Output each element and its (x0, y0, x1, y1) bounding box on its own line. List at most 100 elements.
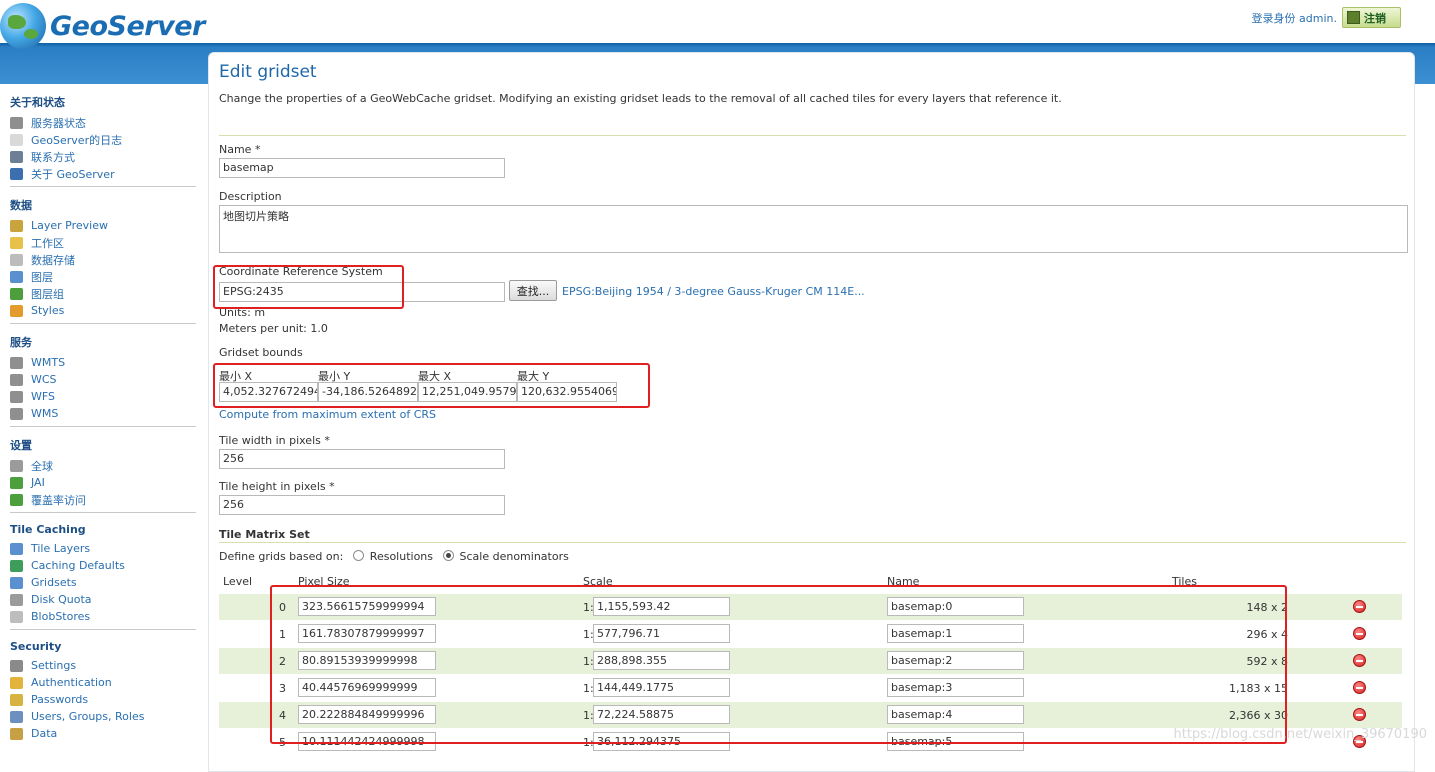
grid-name-input[interactable]: basemap:2 (887, 651, 1024, 670)
sidebar-item-label: Disk Quota (31, 593, 92, 606)
grid-name-input[interactable]: basemap:4 (887, 705, 1024, 724)
sidebar-item-label: Users, Groups, Roles (31, 710, 145, 723)
sidebar-item[interactable]: Users, Groups, Roles (10, 708, 196, 725)
min-x-input[interactable]: 4,052.3276724940 (219, 382, 318, 402)
sidebar-item-label: WMTS (31, 356, 66, 369)
sidebar-item[interactable]: 服务器状态 (10, 114, 196, 131)
tile-width-input[interactable]: 256 (219, 449, 505, 469)
pixel-size-input[interactable]: 80.89153939999998 (298, 651, 436, 670)
sidebar-item-label: 服务器状态 (31, 116, 86, 130)
scale-input[interactable]: 72,224.58875 (593, 705, 730, 724)
sidebar-item-label: Authentication (31, 676, 112, 689)
sidebar-item[interactable]: Data (10, 725, 196, 742)
sidebar-item[interactable]: GeoServer的日志 (10, 131, 196, 148)
sidebar-item[interactable]: 覆盖率访问 (10, 491, 196, 508)
compute-bounds-link[interactable]: Compute from maximum extent of CRS (219, 408, 436, 421)
sidebar-item[interactable]: 关于 GeoServer (10, 165, 196, 182)
sidebar-item[interactable]: Authentication (10, 674, 196, 691)
logout-button[interactable]: 注销 (1342, 7, 1401, 28)
login-status: 登录身份 admin. (1251, 12, 1337, 25)
max-x-input[interactable]: 12,251,049.9579 (418, 382, 517, 402)
contact-icon (10, 150, 23, 163)
grid-name-input[interactable]: basemap:1 (887, 624, 1024, 643)
settings-icon (10, 659, 23, 672)
sidebar-item[interactable]: Styles (10, 302, 196, 319)
resolutions-radio[interactable] (352, 550, 364, 561)
geoserver-logo[interactable]: GeoServer (0, 3, 205, 49)
remove-level-icon[interactable] (1353, 681, 1366, 694)
description-field[interactable]: 地图切片策略 (219, 205, 1408, 253)
sidebar-item[interactable]: WFS (10, 388, 196, 405)
pixel-size-input[interactable]: 10.111442424999998 (298, 732, 436, 751)
logout-icon (1347, 11, 1360, 24)
passwords-icon (10, 693, 23, 706)
sidebar-item-label: BlobStores (31, 610, 91, 623)
sidebar-item[interactable]: WMS (10, 405, 196, 422)
scale-input[interactable]: 577,796.71 (593, 624, 730, 643)
sidebar-item[interactable]: BlobStores (10, 608, 196, 625)
sidebar-item[interactable]: 图层 (10, 268, 196, 285)
sidebar-item-label: 覆盖率访问 (31, 493, 86, 507)
sidebar-item[interactable]: Disk Quota (10, 591, 196, 608)
crs-label: Coordinate Reference System (219, 265, 383, 278)
pixel-size-input[interactable]: 40.44576969999999 (298, 678, 436, 697)
pixel-size-input[interactable]: 161.78307879999997 (298, 624, 436, 643)
sidebar-item[interactable]: 工作区 (10, 234, 196, 251)
remove-level-icon[interactable] (1353, 600, 1366, 613)
sidebar-item[interactable]: WCS (10, 371, 196, 388)
pixel-size-input[interactable]: 323.56615759999994 (298, 597, 436, 616)
crs-description-link[interactable]: EPSG:Beijing 1954 / 3-degree Gauss-Kruge… (562, 285, 865, 298)
nav-section: Security Settings Authentication Passwords U… (10, 640, 196, 746)
sidebar-item[interactable]: 图层组 (10, 285, 196, 302)
scale-input[interactable]: 288,898.355 (593, 651, 730, 670)
find-crs-button[interactable]: 查找... (509, 280, 557, 301)
nav-section-title: 设置 (10, 439, 32, 452)
remove-level-icon[interactable] (1353, 708, 1366, 721)
sidebar-item[interactable]: Settings (10, 657, 196, 674)
page-title: Edit gridset (219, 62, 317, 82)
sidebar-item[interactable]: Caching Defaults (10, 557, 196, 574)
min-y-input[interactable]: -34,186.52648925: (318, 382, 418, 402)
edit-gridset-panel: Edit gridset Change the properties of a … (208, 52, 1415, 772)
sidebar-item[interactable]: Passwords (10, 691, 196, 708)
tiles-count: 2,366 x 30 (1229, 709, 1288, 722)
nav-section: Tile Caching Tile Layers Caching Defaults G… (10, 523, 196, 630)
sidebar-item-label: GeoServer的日志 (31, 133, 123, 147)
scale-input[interactable]: 36,112.294375 (593, 732, 730, 751)
remove-level-icon[interactable] (1353, 627, 1366, 640)
crs-input[interactable]: EPSG:2435 (219, 282, 505, 302)
pixel-size-input[interactable]: 20.222884849999996 (298, 705, 436, 724)
sidebar-item-label: 关于 GeoServer (31, 167, 115, 181)
max-y-input[interactable]: 120,632.95540693 (517, 382, 617, 402)
sidebar-item[interactable]: 全球 (10, 457, 196, 474)
globe-icon (0, 3, 46, 49)
log-icon (10, 133, 23, 146)
grid-name-input[interactable]: basemap:5 (887, 732, 1024, 751)
scale-header: Scale (583, 575, 613, 588)
sidebar: 关于和状态 服务器状态 GeoServer的日志 联系方式 关于 GeoServer 数据… (0, 84, 196, 752)
pixel-size-header: Pixel Size (298, 575, 350, 588)
nav-section: 设置全球 JAI 覆盖率访问 (10, 437, 196, 513)
sidebar-item-label: Data (31, 727, 58, 740)
sidebar-item-label: 联系方式 (31, 150, 75, 164)
sidebar-item-label: 数据存储 (31, 253, 75, 267)
sidebar-item[interactable]: Gridsets (10, 574, 196, 591)
scale-denominators-radio[interactable] (442, 550, 454, 561)
scale-denominators-label: Scale denominators (459, 550, 569, 563)
scale-input[interactable]: 144,449.1775 (593, 678, 730, 697)
layer-icon (10, 270, 23, 283)
grid-name-input[interactable]: basemap:0 (887, 597, 1024, 616)
remove-level-icon[interactable] (1353, 654, 1366, 667)
tile-matrix-set-title: Tile Matrix Set (219, 528, 310, 541)
tile-height-input[interactable]: 256 (219, 495, 505, 515)
name-field[interactable]: basemap (219, 158, 505, 178)
sidebar-item[interactable]: Tile Layers (10, 540, 196, 557)
sidebar-item[interactable]: 联系方式 (10, 148, 196, 165)
grid-name-input[interactable]: basemap:3 (887, 678, 1024, 697)
sidebar-item[interactable]: Layer Preview (10, 217, 196, 234)
sidebar-item[interactable]: 数据存储 (10, 251, 196, 268)
scale-input[interactable]: 1,155,593.42 (593, 597, 730, 616)
sidebar-item[interactable]: WMTS (10, 354, 196, 371)
sidebar-item-label: JAI (31, 476, 45, 489)
sidebar-item[interactable]: JAI (10, 474, 196, 491)
